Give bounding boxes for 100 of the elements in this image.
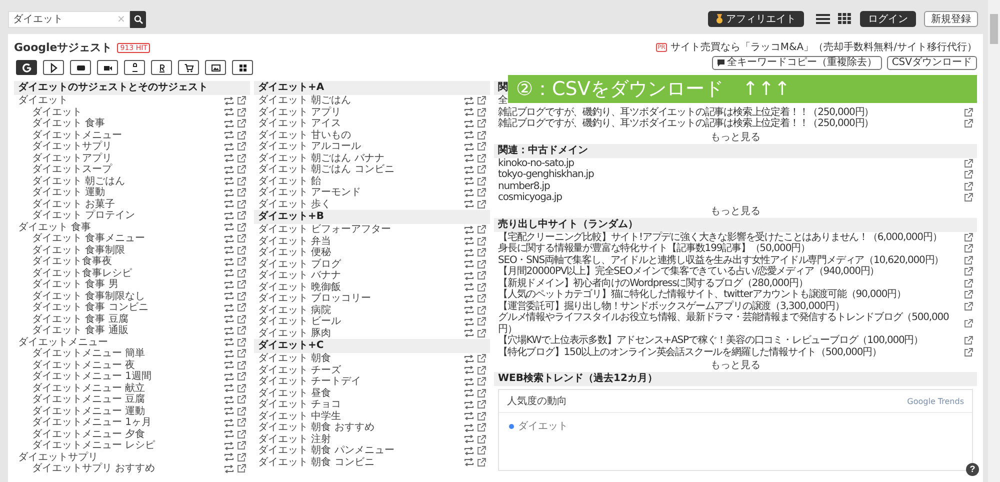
keyword[interactable]: ダイエット xyxy=(32,106,82,118)
swap-icon[interactable] xyxy=(464,306,474,314)
keyword[interactable]: ダイエットメニュー レシピ xyxy=(32,440,156,452)
help-button[interactable]: ? xyxy=(966,463,979,476)
external-link-icon[interactable] xyxy=(477,446,486,456)
keyword[interactable]: ダイエット 食事 豆腐 xyxy=(32,314,128,325)
external-link-icon[interactable] xyxy=(477,434,486,444)
external-link-icon[interactable] xyxy=(477,458,486,467)
swap-icon[interactable] xyxy=(464,366,474,374)
listing-link[interactable]: 雑記ブログですが、磯釣り、耳ツボダイエットの記事は検索上位定着！！（250,000円） xyxy=(498,118,874,130)
external-link-icon[interactable] xyxy=(237,441,246,450)
swap-icon[interactable] xyxy=(464,272,474,280)
external-link-icon[interactable] xyxy=(477,165,486,174)
external-link-icon[interactable] xyxy=(237,222,246,232)
listing-link[interactable]: 【特化ブログ】150以上のオンライン英会話スクールを網羅した情報サイト（500,000円） xyxy=(498,346,882,358)
external-link-icon[interactable] xyxy=(477,400,486,410)
swap-icon[interactable] xyxy=(224,384,234,392)
external-link-icon[interactable] xyxy=(237,108,246,117)
external-link-icon[interactable] xyxy=(237,176,246,186)
keyword[interactable]: ダイエットメニュー 運動 xyxy=(32,406,146,417)
swap-icon[interactable] xyxy=(224,350,234,358)
external-link-icon[interactable] xyxy=(237,303,246,312)
keyword[interactable]: ダイエット 注射 xyxy=(258,434,332,445)
external-link-icon[interactable] xyxy=(477,354,486,364)
swap-icon[interactable] xyxy=(464,200,474,208)
listing-link[interactable]: グルメ情報やライフスタイルお役立ち情報、最新ドラマ・芸能情報まで発信するトレンドブログ（500,000円） xyxy=(498,312,964,335)
external-link-icon[interactable] xyxy=(237,326,246,336)
copy-all-button[interactable]: 全キーワードコピー（重複除去） xyxy=(712,56,882,70)
keyword[interactable]: ダイエットメニュー 豆腐 xyxy=(32,394,146,406)
keyword[interactable]: ダイエット アプリ xyxy=(258,106,342,118)
keyword[interactable]: ダイエットスープ xyxy=(32,164,112,176)
keyword[interactable]: ダイエット食事レシピ xyxy=(32,268,132,279)
source-tab[interactable] xyxy=(151,60,172,75)
keyword[interactable]: ダイエット 飴 xyxy=(258,176,322,187)
swap-icon[interactable] xyxy=(224,154,234,162)
external-link-icon[interactable] xyxy=(237,268,246,278)
swap-icon[interactable] xyxy=(464,283,474,292)
keyword[interactable]: ダイエット アルコール xyxy=(258,141,362,152)
keyword[interactable]: ダイエットメニュー xyxy=(32,130,122,141)
swap-icon[interactable] xyxy=(224,338,234,346)
swap-icon[interactable] xyxy=(224,188,234,197)
source-tab[interactable] xyxy=(178,60,199,75)
swap-icon[interactable] xyxy=(464,294,474,303)
external-link-icon[interactable] xyxy=(237,372,246,382)
listing-link[interactable]: 全 xyxy=(498,95,508,106)
swap-icon[interactable] xyxy=(224,234,234,243)
listing-link[interactable]: 雑記ブログですが、磯釣り、耳ツボダイエットの記事は検索上位定着！！（250,000円） xyxy=(498,106,874,118)
keyword[interactable]: ダイエット 食事 通販 xyxy=(32,325,128,336)
external-link-icon[interactable] xyxy=(964,232,973,242)
keyword[interactable]: ダイエット 運動 xyxy=(32,187,106,198)
external-link-icon[interactable] xyxy=(477,306,486,315)
keyword[interactable]: ダイエット ビール xyxy=(258,316,342,328)
swap-icon[interactable] xyxy=(224,142,234,151)
swap-icon[interactable] xyxy=(224,131,234,140)
keyword[interactable]: ダイエット 食事 男 xyxy=(32,279,118,290)
grid-view-icon[interactable] xyxy=(838,13,852,25)
swap-icon[interactable] xyxy=(224,304,234,312)
keyword[interactable]: ダイエット 食事 コンビニ xyxy=(32,302,148,314)
swap-icon[interactable] xyxy=(224,430,234,438)
keyword[interactable]: ダイエット アイス xyxy=(258,118,342,130)
external-link-icon[interactable] xyxy=(477,260,486,269)
swap-icon[interactable] xyxy=(224,96,234,105)
swap-icon[interactable] xyxy=(224,292,234,300)
swap-icon[interactable] xyxy=(464,154,474,162)
swap-icon[interactable] xyxy=(464,237,474,246)
swap-icon[interactable] xyxy=(224,418,234,427)
swap-icon[interactable] xyxy=(464,188,474,197)
listing-link[interactable]: 【新規ドメイン】初心者向けのWordpressに関するブログ（280,000円） xyxy=(498,278,808,289)
swap-icon[interactable] xyxy=(464,260,474,268)
external-link-icon[interactable] xyxy=(477,154,486,163)
external-link-icon[interactable] xyxy=(477,294,486,304)
swap-icon[interactable] xyxy=(224,442,234,450)
keyword[interactable]: ダイエット ビフォーアフター xyxy=(258,224,392,236)
swap-icon[interactable] xyxy=(464,354,474,363)
external-link-icon[interactable] xyxy=(237,406,246,416)
search-button[interactable] xyxy=(130,10,146,28)
keyword[interactable]: ダイエット 晩御飯 xyxy=(258,282,342,293)
swap-icon[interactable] xyxy=(224,177,234,186)
swap-icon[interactable] xyxy=(224,120,234,128)
external-link-icon[interactable] xyxy=(237,211,246,220)
external-link-icon[interactable] xyxy=(477,317,486,326)
swap-icon[interactable] xyxy=(224,315,234,324)
external-link-icon[interactable] xyxy=(237,452,246,462)
swap-icon[interactable] xyxy=(464,131,474,140)
external-link-icon[interactable] xyxy=(477,130,486,140)
external-link-icon[interactable] xyxy=(477,412,486,421)
external-link-icon[interactable] xyxy=(237,384,246,393)
swap-icon[interactable] xyxy=(224,464,234,473)
external-link-icon[interactable] xyxy=(964,278,973,288)
keyword[interactable]: ダイエット 歩く xyxy=(258,198,332,210)
affiliate-button[interactable]: アフィリエイト xyxy=(708,11,804,27)
external-link-icon[interactable] xyxy=(964,290,973,300)
listing-link[interactable]: 【人気のペットカテゴリ】猫に特化した情報サイト、twitterアカウントも譲渡可能（90,000円） xyxy=(498,289,906,300)
swap-icon[interactable] xyxy=(464,378,474,386)
swap-icon[interactable] xyxy=(464,412,474,420)
swap-icon[interactable] xyxy=(224,396,234,404)
swap-icon[interactable] xyxy=(224,326,234,335)
swap-icon[interactable] xyxy=(464,435,474,444)
listing-link[interactable]: 【運営委託可】掘り出し物！サンドボックスゲームアプリの譲渡（3,300,000円） xyxy=(498,300,844,312)
keyword[interactable]: ダイエット お菓子 xyxy=(32,198,116,210)
